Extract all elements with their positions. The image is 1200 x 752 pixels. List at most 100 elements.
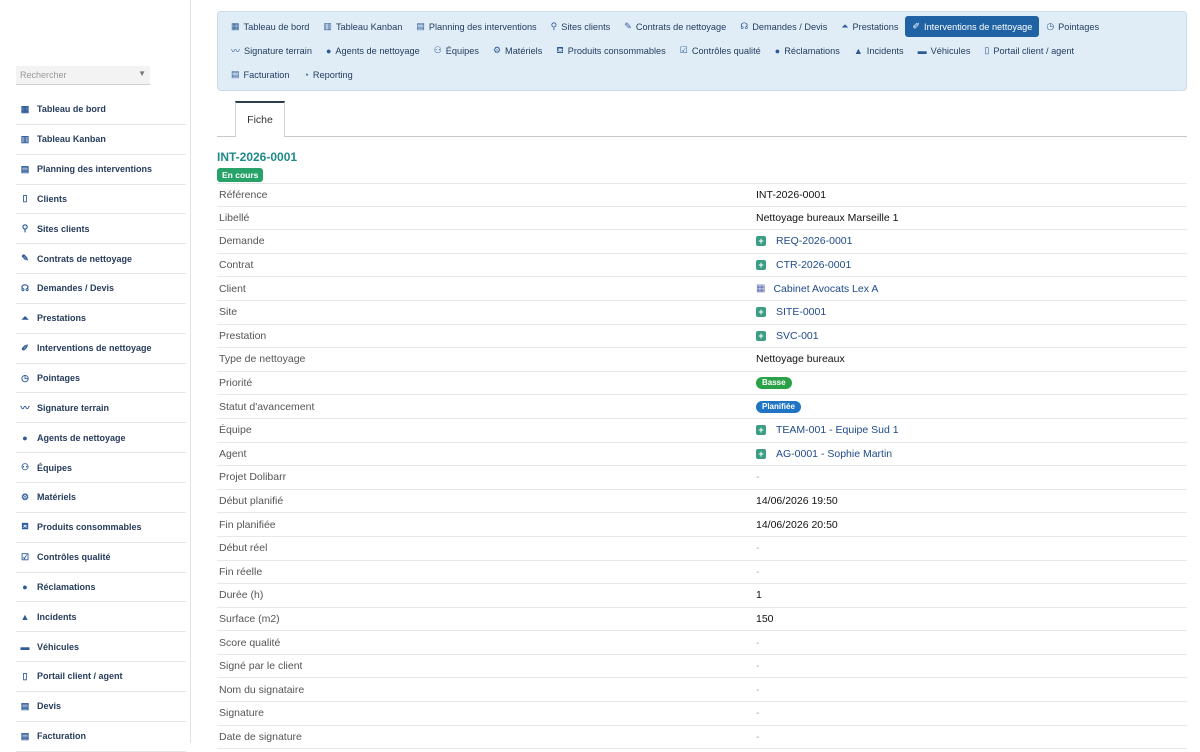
field-value[interactable]: + AG-0001 - Sophie Martin (756, 448, 892, 460)
plus-square-icon: + (756, 307, 766, 318)
sidebar-item[interactable]: ☑ Contrôles qualité (16, 543, 186, 573)
field-value: Nettoyage bureaux Marseille 1 (756, 211, 899, 224)
nav-item[interactable]: ⏶ Prestations (834, 16, 905, 37)
plus-square-icon: + (756, 425, 766, 436)
field-link-text[interactable]: Cabinet Avocats Lex A (773, 283, 878, 295)
nav-item[interactable]: ● Réclamations (768, 40, 847, 61)
sidebar-item[interactable]: ● Réclamations (16, 573, 186, 603)
field-link-text[interactable]: TEAM-001 - Equipe Sud 1 (776, 424, 899, 436)
field-label: Contrat (219, 259, 254, 272)
grid-icon: ▦ (20, 103, 30, 114)
nav-item[interactable]: ✐ Interventions de nettoyage (905, 16, 1040, 37)
plus-square-icon: + (756, 448, 766, 459)
field-value: 14/06/2026 20:50 (756, 518, 838, 531)
warning-icon: ▲ (20, 611, 30, 622)
field-value: Planifiée (756, 400, 801, 413)
sidebar-item[interactable]: ● Agents de nettoyage (16, 423, 186, 454)
nav-item[interactable]: ▬ Véhicules (911, 40, 978, 61)
search-select[interactable]: Rechercher ▼ (16, 66, 150, 85)
field-value[interactable]: + TEAM-001 - Equipe Sud 1 (756, 424, 899, 436)
nav-item[interactable]: ▤ Facturation (224, 64, 296, 85)
search-placeholder: Rechercher (20, 70, 67, 80)
tab-fiche[interactable]: Fiche (235, 101, 285, 137)
calendar-icon: ▤ (20, 163, 30, 174)
nav-item[interactable]: ◷ Pointages (1039, 16, 1106, 37)
field-value[interactable]: + SVC-001 (756, 330, 819, 342)
signature-icon: 〰 (20, 403, 30, 414)
invoice-icon: ▤ (20, 730, 30, 741)
sidebar-item[interactable]: ⚲ Sites clients (16, 214, 186, 245)
nav-item[interactable]: 〰 Signature terrain (224, 40, 319, 61)
field-value[interactable]: + REQ-2026-0001 (756, 235, 852, 247)
nav-item[interactable]: ▯ Portail client / agent (977, 40, 1081, 61)
nav-item[interactable]: ⚲ Sites clients (544, 16, 618, 37)
plus-square-icon: + (756, 330, 766, 341)
field-label: Surface (m2) (219, 612, 280, 625)
nav-item[interactable]: ⚇ Équipes (427, 40, 486, 61)
nav-item[interactable]: ▦ Tableau de bord (224, 16, 316, 37)
plus-square-icon: + (756, 260, 766, 271)
sidebar-item[interactable]: ⏶ Prestations (16, 304, 186, 334)
sidebar-item[interactable]: ◷ Pointages (16, 364, 186, 394)
status-badge: Planifiée (756, 400, 801, 413)
contract-icon: ✎ (21, 253, 29, 264)
field-label: Statut d'avancement (219, 400, 315, 413)
field-link-text[interactable]: REQ-2026-0001 (776, 235, 852, 247)
nav-item[interactable]: ● Agents de nettoyage (319, 40, 427, 61)
nav-row: ▦ Tableau de bord ▥ Tableau Kanban ▤ Planning… (224, 16, 1106, 37)
sidebar-item-label: Prestations (37, 313, 87, 324)
field-label: Fin réelle (219, 565, 263, 578)
field-value[interactable]: + SITE-0001 (756, 306, 826, 318)
nav-item[interactable]: ⚙ Matériels (486, 40, 549, 61)
field-label: Prestation (219, 329, 267, 342)
sidebar-item[interactable]: 〰 Signature terrain (16, 393, 186, 424)
sidebar: Rechercher ▼ ▦ Tableau de bord ▥ Tableau Ka… (0, 0, 191, 752)
sidebar-item[interactable]: ☊ Demandes / Devis (16, 274, 186, 304)
field-value[interactable]: + CTR-2026-0001 (756, 259, 851, 271)
comment-icon: ● (22, 581, 28, 592)
nav-item[interactable]: ✎ Contrats de nettoyage (617, 16, 733, 37)
sidebar-item[interactable]: ⚙ Matériels (16, 483, 186, 513)
field-link-text[interactable]: SVC-001 (776, 330, 819, 342)
field-row: Début planifié 14/06/2026 19:50 (217, 490, 1187, 514)
field-value: - (756, 730, 760, 743)
sidebar-item[interactable]: ▯ Portail client / agent (16, 662, 186, 692)
nav-item-label: Contrats de nettoyage (635, 21, 727, 32)
sidebar-item-label: Matériels (37, 492, 77, 503)
sidebar-item-label: Tableau de bord (37, 104, 106, 115)
field-value[interactable]: ▦ Cabinet Avocats Lex A (756, 283, 878, 295)
nav-item-label: Reporting (312, 69, 353, 80)
sidebar-item[interactable]: ✎ Contrats de nettoyage (16, 244, 186, 275)
field-link-text[interactable]: AG-0001 - Sophie Martin (776, 448, 892, 460)
sidebar-item[interactable]: ⛾ Produits consommables (16, 513, 186, 543)
sidebar-item[interactable]: ▦ Tableau de bord (16, 95, 186, 125)
sidebar-item-label: Portail client / agent (37, 671, 123, 682)
nav-item[interactable]: ⛾ Produits consommables (549, 40, 672, 61)
nav-item[interactable]: ▥ Tableau Kanban (316, 16, 409, 37)
nav-item[interactable]: ☊ Demandes / Devis (733, 16, 834, 37)
user-icon: ● (22, 432, 28, 443)
sidebar-item[interactable]: ▥ Tableau Kanban (16, 125, 186, 155)
nav-item[interactable]: ◔ Reporting (296, 64, 359, 85)
tab-bar: Fiche (217, 101, 1187, 137)
nav-item[interactable]: ▲ Incidents (847, 40, 911, 61)
field-link-text[interactable]: CTR-2026-0001 (776, 259, 851, 271)
nav-item[interactable]: ☑ Contrôles qualité (673, 40, 768, 61)
sidebar-item[interactable]: ▬ Véhicules (16, 632, 186, 663)
sidebar-item-label: Agents de nettoyage (37, 432, 126, 443)
sidebar-item[interactable]: ▤ Devis (16, 692, 186, 722)
field-link-text[interactable]: SITE-0001 (776, 306, 826, 318)
sidebar-item[interactable]: ▤ Facturation (16, 722, 186, 752)
nav-item-label: Tableau Kanban (335, 21, 403, 32)
chevron-down-icon[interactable]: ▼ (138, 69, 146, 78)
sidebar-item[interactable]: ▲ Incidents (16, 602, 186, 633)
nav-item[interactable]: ▤ Planning des interventions (409, 16, 543, 37)
sidebar-item[interactable]: ⚇ Équipes (16, 453, 186, 483)
sidebar-item[interactable]: ▯ Clients (16, 185, 186, 215)
status-badge: Basse (756, 377, 792, 390)
sidebar-item[interactable]: ▤ Planning des interventions (16, 155, 186, 185)
field-row: Durée (h) 1 (217, 584, 1187, 608)
sidebar-item-label: Incidents (37, 611, 77, 622)
building-icon: ▯ (22, 193, 28, 204)
sidebar-item[interactable]: ✐ Interventions de nettoyage (16, 334, 186, 364)
